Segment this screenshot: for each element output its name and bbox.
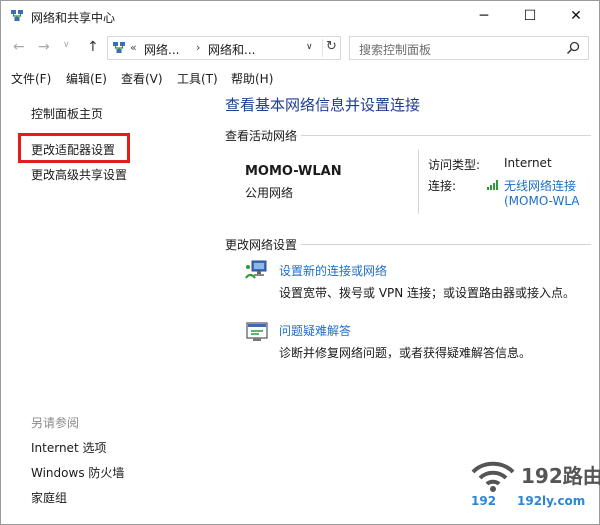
minimize-button[interactable]: ─ [461, 1, 507, 31]
close-button[interactable]: ✕ [553, 1, 599, 31]
site-watermark: 192路由网 192 192ly.com [463, 456, 600, 522]
setup-new-connection-link[interactable]: 设置新的连接或网络 [279, 262, 387, 279]
menu-tools[interactable]: 工具(T) [177, 70, 218, 87]
title-bar: 网络和共享中心 ─ ☐ ✕ [1, 1, 599, 31]
window-title: 网络和共享中心 [31, 11, 116, 25]
troubleshoot-link[interactable]: 问题疑难解答 [279, 322, 351, 339]
recent-locations-chevron-icon[interactable]: ∨ [63, 40, 70, 50]
troubleshoot-icon [246, 322, 268, 341]
access-type-value: Internet [504, 156, 552, 170]
search-icon [566, 41, 580, 55]
internet-options-link[interactable]: Internet 选项 [31, 439, 106, 456]
section-divider [301, 244, 591, 245]
menu-view[interactable]: 查看(V) [121, 70, 163, 87]
network-name: MOMO-WLAN [245, 164, 342, 179]
maximize-icon: ☐ [523, 8, 537, 24]
wireless-connection-link[interactable]: 无线网络连接 [504, 177, 576, 194]
watermark-url-prefix: 192 [471, 494, 497, 508]
breadcrumb-network[interactable]: 网络... [144, 41, 179, 58]
network-center-app-icon [11, 10, 23, 21]
search-placeholder: 搜索控制面板 [359, 43, 432, 57]
access-type-label: 访问类型: [428, 158, 481, 172]
search-box[interactable]: 搜索控制面板 [349, 36, 589, 60]
watermark-url: 192ly.com [517, 494, 586, 508]
minimize-icon: ─ [479, 8, 489, 24]
network-sharing-center-window: 网络和共享中心 ─ ☐ ✕ ← → ∨ ↑ « 网络... › 网络和... ∨… [0, 0, 600, 525]
page-title: 查看基本网络信息并设置连接 [225, 96, 421, 114]
see-also-heading: 另请参阅 [31, 416, 80, 430]
connection-label: 连接: [428, 179, 457, 193]
watermark-brand: 192路由网 [521, 464, 600, 488]
menu-help[interactable]: 帮助(H) [231, 70, 273, 87]
navigation-bar: ← → ∨ ↑ « 网络... › 网络和... ∨ ↻ 搜索控制面板 [1, 31, 599, 65]
wifi-logo-icon [471, 461, 515, 492]
wifi-signal-icon [487, 180, 498, 190]
breadcrumb-separator-icon[interactable]: › [196, 41, 200, 54]
up-arrow-icon[interactable]: ↑ [87, 39, 99, 55]
back-arrow-icon[interactable]: ← [13, 39, 25, 55]
change-settings-heading: 更改网络设置 [225, 238, 298, 252]
network-setup-icon [245, 260, 267, 279]
breadcrumb-overflow-icon[interactable]: « [130, 41, 137, 54]
active-networks-heading: 查看活动网络 [225, 129, 298, 143]
forward-arrow-icon[interactable]: → [38, 39, 50, 55]
change-advanced-sharing-link[interactable]: 更改高级共享设置 [31, 166, 127, 183]
control-panel-home-link[interactable]: 控制面板主页 [31, 105, 103, 122]
homegroup-link[interactable]: 家庭组 [31, 489, 67, 506]
section-divider [301, 135, 591, 136]
wireless-connection-link-ssid[interactable]: (MOMO-WLA [504, 194, 580, 208]
setup-new-connection-desc: 设置宽带、拨号或 VPN 连接；或设置路由器或接入点。 [279, 286, 576, 300]
troubleshoot-desc: 诊断并修复网络问题，或者获得疑难解答信息。 [279, 346, 532, 360]
address-bar[interactable]: « 网络... › 网络和... ∨ ↻ [107, 36, 341, 60]
network-location-icon [113, 42, 125, 53]
maximize-button[interactable]: ☐ [507, 1, 553, 31]
menu-bar: 文件(F) 编辑(E) 查看(V) 工具(T) 帮助(H) [1, 67, 599, 89]
menu-edit[interactable]: 编辑(E) [66, 70, 107, 87]
change-adapter-settings-link[interactable]: 更改适配器设置 [31, 141, 115, 158]
windows-firewall-link[interactable]: Windows 防火墙 [31, 464, 124, 481]
network-type: 公用网络 [245, 186, 294, 200]
close-icon: ✕ [570, 8, 582, 24]
menu-file[interactable]: 文件(F) [11, 70, 51, 87]
vertical-divider [418, 150, 419, 214]
refresh-icon[interactable]: ↻ [322, 39, 340, 57]
left-navigation-pane: 控制面板主页 更改适配器设置 更改高级共享设置 另请参阅 Internet 选项… [1, 91, 211, 524]
breadcrumb-network-sharing[interactable]: 网络和... [208, 41, 255, 58]
address-dropdown-icon[interactable]: ∨ [306, 42, 313, 52]
